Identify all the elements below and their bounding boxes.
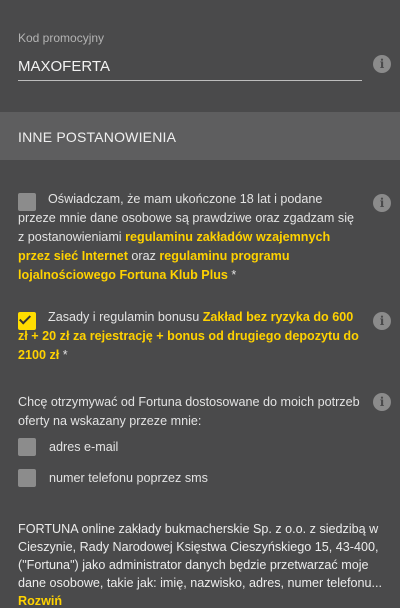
- promo-code-section: Kod promocyjny i: [0, 0, 400, 103]
- sms-offers-label: numer telefonu poprzez sms: [49, 471, 208, 485]
- section-title: INNE POSTANOWIENIA: [18, 129, 177, 145]
- promo-code-label: Kod promocyjny: [18, 31, 105, 45]
- info-icon[interactable]: i: [373, 55, 391, 73]
- bonus-consent-text: Zasady i regulamin bonusu Zakład bez ryz…: [18, 310, 359, 362]
- age-consent-text: Oświadczam, że mam ukończone 18 lat i po…: [18, 192, 355, 282]
- privacy-notice-text: FORTUNA online zakłady bukmacherskie Sp.…: [18, 522, 383, 590]
- privacy-notice: FORTUNA online zakłady bukmacherskie Sp.…: [18, 520, 390, 608]
- expand-link[interactable]: Rozwiń: [18, 594, 62, 608]
- info-icon[interactable]: i: [373, 312, 391, 330]
- offers-text: Chcę otrzymywać od Fortuna dostosowane d…: [18, 395, 360, 428]
- info-icon[interactable]: i: [373, 393, 391, 411]
- email-offers-checkbox[interactable]: [18, 438, 36, 456]
- email-offers-label: adres e-mail: [49, 440, 119, 454]
- promo-code-input[interactable]: [18, 53, 362, 81]
- section-header: INNE POSTANOWIENIA: [0, 112, 400, 160]
- info-icon[interactable]: i: [373, 194, 391, 212]
- sms-offers-checkbox[interactable]: [18, 469, 36, 487]
